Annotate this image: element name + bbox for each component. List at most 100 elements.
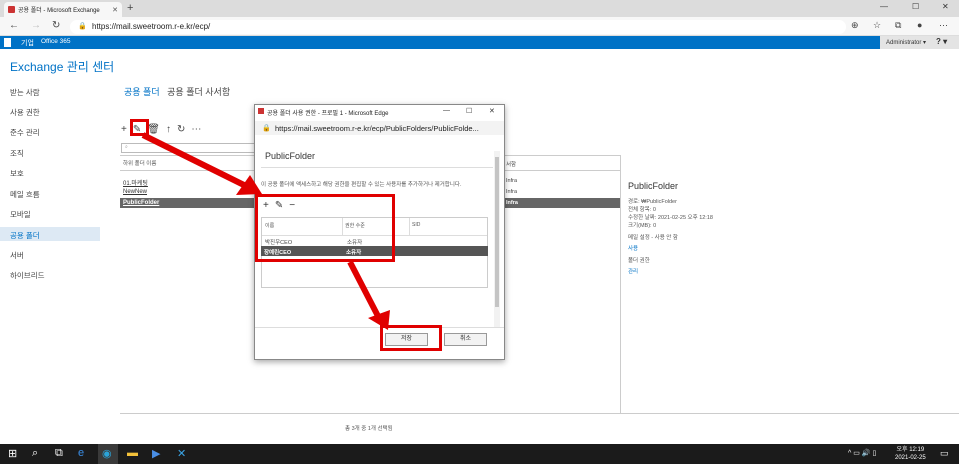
exchange-favicon-icon [8,6,15,13]
task-view-icon[interactable]: ⧉ [55,447,63,460]
nav-item-servers[interactable]: 서버 [10,250,24,261]
dialog-close-icon[interactable]: ✕ [489,107,495,115]
tab-public-folder-mailboxes[interactable]: 공용 폴더 사서함 [167,87,230,97]
dialog-titlebar: 공용 폴더 사용 권한 - 프로필 1 - Microsoft Edge — ☐… [255,105,504,119]
tab-public-folders[interactable]: 공용 폴더 [124,87,160,97]
details-title: PublicFolder [628,181,679,191]
address-bar-row: ← → ↻ https://mail.sweetroom.r-e.kr/ecp/… [0,17,959,36]
tab-title: 공용 폴더 - Microsoft Exchange [18,8,100,14]
more-icon[interactable]: ⋯ [939,20,948,31]
dialog-minimize-icon[interactable]: — [443,107,450,114]
nav-item-mobile[interactable]: 모바일 [10,209,31,220]
refresh-list-icon[interactable]: ↻ [177,124,185,135]
grid-divider [620,155,621,413]
scrollbar-thumb[interactable] [495,157,499,307]
manage-permissions-link[interactable]: 관리 [628,267,638,275]
powershell-icon[interactable]: ▶ [152,447,160,460]
office365-label[interactable]: Office 365 [41,38,71,45]
detail-items: 전체 항목: 0 [628,207,656,213]
nav-item-public-folders[interactable]: 공용 폴더 [10,230,40,241]
favorites-icon[interactable]: ☆ [873,20,881,31]
office365-header: 기업 Office 365 Administrator ▾ ? ▾ [0,36,959,49]
server-manager-icon[interactable]: ✕ [177,447,186,460]
url-input[interactable]: https://mail.sweetroom.r-e.kr/ecp/ [70,20,846,34]
annotation-edit-highlight [130,119,149,136]
cancel-button[interactable]: 취소 [444,333,487,346]
dialog-urlbar: 🔒 https://mail.sweetroom.r-e.kr/ecp/Publ… [255,121,504,135]
minimize-icon[interactable]: — [880,2,888,11]
dialog-app-icon [258,108,264,114]
close-window-icon[interactable]: ✕ [942,2,949,11]
row-mailbox: Infra [506,178,518,184]
row-mailbox: Infra [506,200,518,206]
dialog-description: 이 공용 폴더에 액세스하고 해당 권한을 편집할 수 있는 사용자를 추가하거… [261,182,462,188]
table-row[interactable]: PublicFolder [123,200,159,206]
ie-icon[interactable]: e [78,447,84,459]
nav-item-permissions[interactable]: 사용 권한 [10,107,40,118]
nav-item-hybrid[interactable]: 하이브리드 [10,270,45,281]
more-actions-icon[interactable]: ⋯ [191,124,201,135]
detail-path: 경로: ₩PublicFolder [628,199,677,205]
table-row[interactable]: NewNew [123,189,147,195]
nav-item-recipients[interactable]: 받는 사람 [10,87,40,98]
clock-time: 오후 12:19 [896,447,925,453]
subtab-bar: 공용 폴더 공용 폴더 사서함 [124,85,230,98]
status-text: 총 3개 중 1개 선택됨 [345,426,393,432]
tracking-icon[interactable]: ⊕ [851,20,859,31]
company-label[interactable]: 기업 [21,38,34,48]
page-title: Exchange 관리 센터 [10,60,115,74]
collections-icon[interactable]: ⧉ [895,20,901,31]
office-logo-icon[interactable] [4,38,11,47]
back-icon[interactable]: ← [9,20,19,31]
lock-icon[interactable]: 🔒 [78,22,87,30]
dialog-maximize-icon[interactable]: ☐ [466,107,472,115]
annotation-permissions-highlight [255,194,395,262]
nav-item-protection[interactable]: 보호 [10,168,24,179]
dialog-url[interactable]: https://mail.sweetroom.r-e.kr/ecp/Public… [275,124,501,133]
add-icon[interactable]: + [121,124,127,135]
detail-mail-setting: 메일 설정 - 사용 안 함 [628,235,678,241]
nav-item-mail-flow[interactable]: 메일 흐름 [10,189,40,200]
edge-icon[interactable]: ◉ [102,447,112,460]
search-icon[interactable]: ⌕ [32,447,38,460]
windows-taskbar: ⊞ ⌕ ⧉ e ◉ ▬ ▶ ✕ ^ ▭ 🔊 ▯ 오후 12:19 2021-02… [0,444,959,464]
browser-tab-bar: 공용 폴더 - Microsoft Exchange ✕ + — ☐ ✕ [0,0,959,17]
column-header-mailbox[interactable]: 서함 [506,160,516,168]
notifications-icon[interactable]: ▭ [940,448,949,459]
user-menu[interactable]: Administrator ▾ [886,39,926,46]
enable-link[interactable]: 사용 [628,244,638,252]
windows-start-icon[interactable]: ⊞ [8,447,17,460]
tab-close-icon[interactable]: ✕ [112,6,118,14]
browser-tab[interactable]: 공용 폴더 - Microsoft Exchange ✕ [4,2,122,17]
up-icon[interactable]: ↑ [166,124,171,135]
grid-border [120,413,959,414]
nav-item-compliance[interactable]: 준수 관리 [10,127,40,138]
column-header-name[interactable]: 하위 폴더 이름 [123,159,156,167]
search-input[interactable]: ⌕ [121,143,261,153]
help-menu[interactable]: ? ▾ [936,37,947,46]
dialog-heading: PublicFolder [265,151,316,161]
refresh-icon[interactable]: ↻ [52,20,60,31]
forward-icon[interactable]: → [31,20,41,31]
table-row[interactable]: 01.마케팅 [123,178,148,187]
dialog-lock-icon[interactable]: 🔒 [262,124,271,132]
dialog-divider [261,167,493,168]
new-tab-icon[interactable]: + [127,2,133,14]
clock-date: 2021-02-25 [895,455,926,461]
maximize-icon[interactable]: ☐ [912,2,919,11]
detail-modified: 수정한 날짜: 2021-02-25 오후 12:18 [628,215,713,221]
folder-permissions-label: 폴더 권한 [628,258,650,264]
nav-item-organization[interactable]: 조직 [10,148,24,159]
column-header-sid[interactable]: SID [412,222,420,228]
dialog-title: 공용 폴더 사용 권한 - 프로필 1 - Microsoft Edge [267,111,389,117]
file-explorer-icon[interactable]: ▬ [127,447,138,459]
profile-icon[interactable]: ● [917,20,922,30]
detail-size: 크기(MB): 0 [628,223,657,229]
annotation-save-highlight [380,325,442,351]
row-mailbox: Infra [506,189,518,195]
taskbar-clock[interactable]: 오후 12:19 2021-02-25 [895,446,926,462]
tray-icons[interactable]: ^ ▭ 🔊 ▯ [848,449,876,457]
delete-icon[interactable]: 🗑 [147,124,160,135]
dialog-scrollbar[interactable] [494,151,500,327]
column-divider [409,218,410,235]
